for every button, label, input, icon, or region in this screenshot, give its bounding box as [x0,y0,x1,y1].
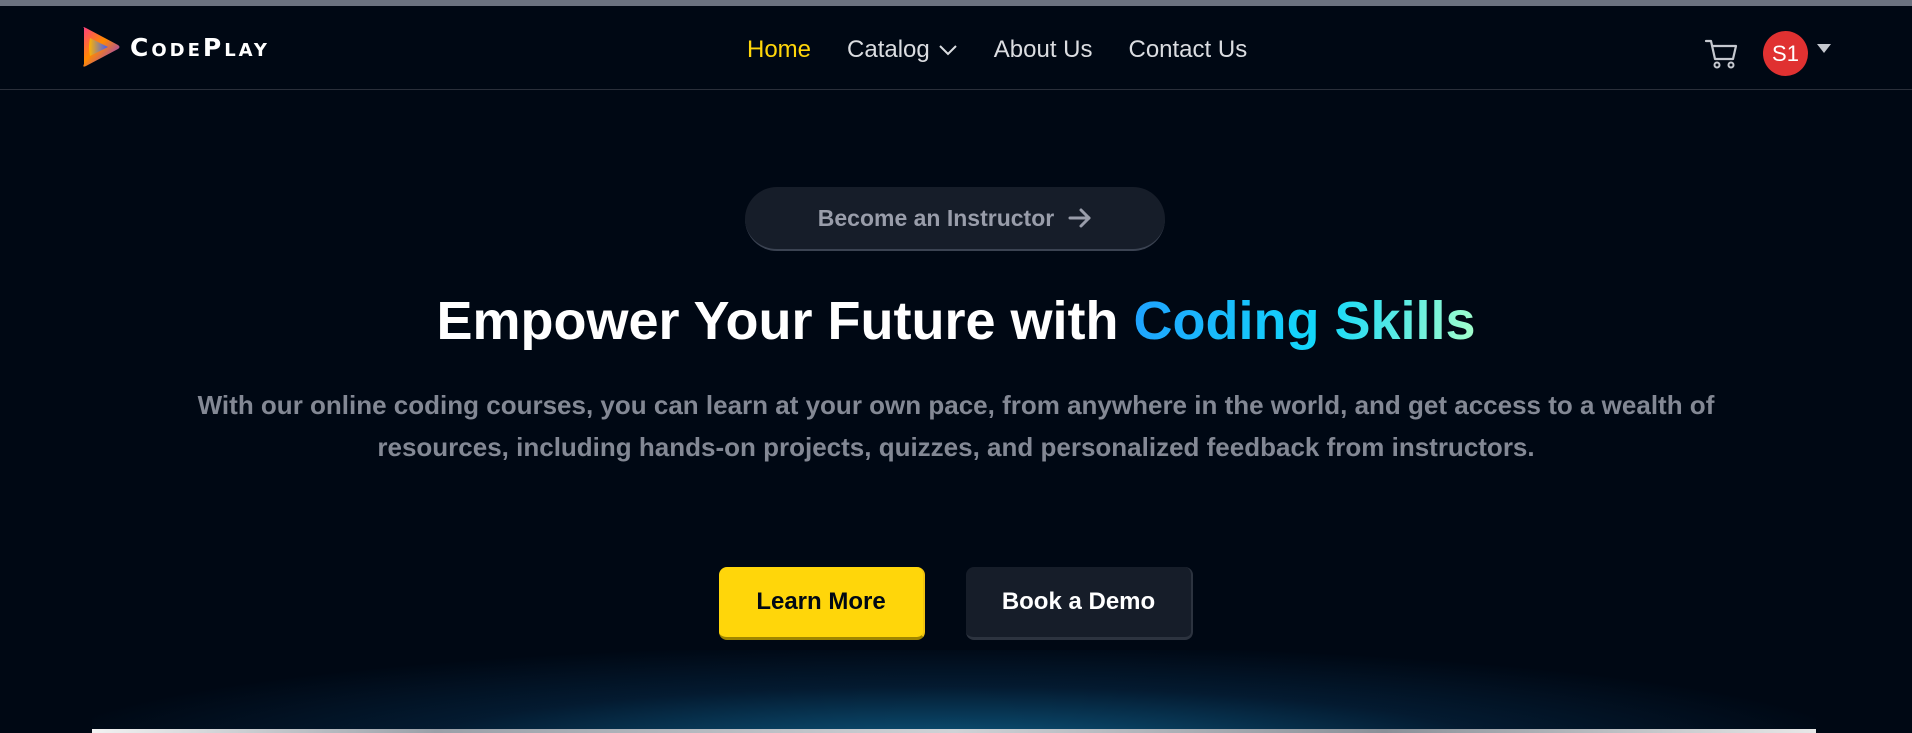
nav-contact-label: Contact Us [1128,36,1248,63]
cart-icon[interactable] [1704,35,1740,71]
nav-catalog-label: Catalog [847,36,930,63]
avatar-initials: S1 [1772,40,1799,66]
learn-more-label: Learn More [756,588,886,615]
logo[interactable]: CodePlay [80,24,270,70]
hero-video-glow [92,650,1816,733]
book-demo-label: Book a Demo [1001,588,1156,615]
headline-highlight: Coding Skills [1133,291,1476,351]
caret-down-icon[interactable] [1817,44,1831,53]
book-demo-button[interactable]: Book a Demo [966,567,1193,640]
hero-headline: Empower Your Future with Coding Skills [0,290,1912,352]
nav-links: Home Catalog About Us Contact Us [747,36,1283,64]
nav-about[interactable]: About Us [994,36,1093,64]
learn-more-button[interactable]: Learn More [719,567,925,640]
navbar: CodePlay Home Catalog About Us Contact U… [0,6,1912,90]
avatar[interactable]: S1 [1763,31,1808,76]
headline-prefix: Empower Your Future with [436,291,1134,351]
page: CodePlay Home Catalog About Us Contact U… [0,0,1912,733]
play-logo-icon [83,27,120,67]
nav-catalog[interactable]: Catalog [847,36,958,64]
arrow-right-icon [1068,208,1091,228]
become-instructor-label: Become an Instructor [817,204,1055,231]
brand-name: CodePlay [130,32,270,62]
nav-home-label: Home [747,36,812,63]
chevron-down-icon [939,45,957,56]
nav-home[interactable]: Home [747,36,811,64]
nav-contact[interactable]: Contact Us [1128,36,1247,64]
become-instructor-button[interactable]: Become an Instructor [745,187,1165,251]
hero-video-preview[interactable] [92,729,1816,733]
nav-about-label: About Us [993,36,1093,63]
hero-subtext: With our online coding courses, you can … [197,390,1715,462]
